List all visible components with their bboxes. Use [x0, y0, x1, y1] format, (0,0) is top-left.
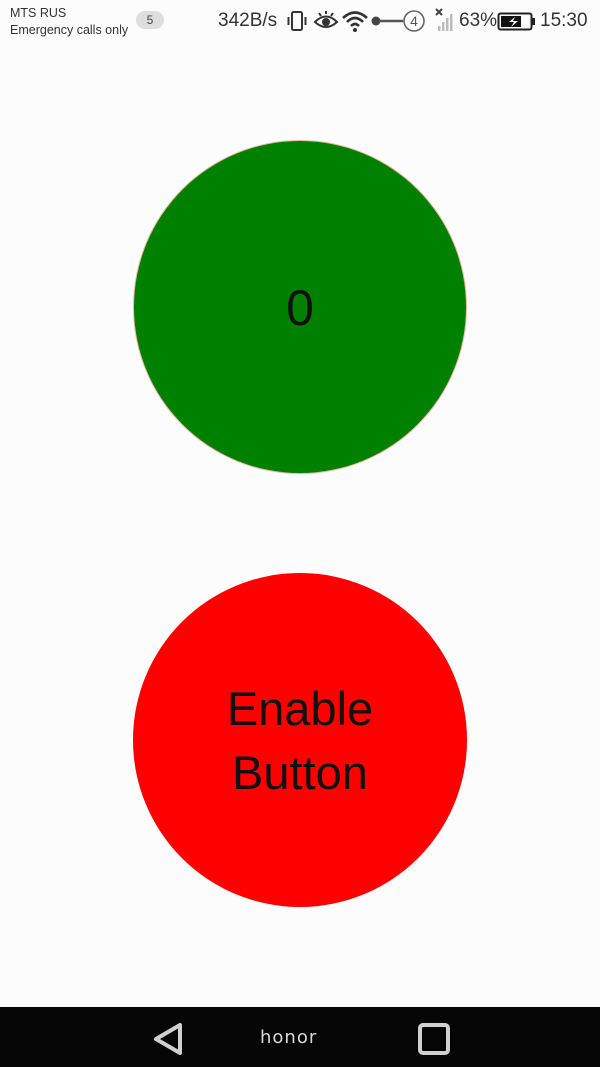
recents-icon[interactable] [414, 1019, 458, 1063]
network-speed: 342B/s [218, 10, 278, 31]
status-bar: MTS RUS Emergency calls only 5 342B/s 4 [0, 0, 600, 44]
wifi-icon [342, 11, 368, 32]
enable-button[interactable]: Enable Button [133, 573, 467, 907]
sim-icon: 4 [402, 8, 426, 34]
eye-icon [313, 11, 339, 28]
clock: 15:30 [540, 10, 588, 31]
battery-icon [497, 12, 535, 31]
vibrate-icon [287, 11, 307, 31]
counter-value: 0 [286, 280, 314, 336]
enable-button-label: Enable Button [226, 682, 374, 799]
back-icon[interactable] [148, 1017, 192, 1061]
navigation-bar: honor [0, 1007, 600, 1067]
battery-percentage: 63% [459, 10, 498, 31]
counter-display: 0 [134, 141, 466, 473]
notification-badge: 5 [136, 11, 164, 29]
sim-slot-label: 4 [410, 13, 418, 29]
carrier-status: Emergency calls only [10, 23, 129, 37]
signal-icon [435, 8, 453, 31]
carrier-name: MTS RUS [10, 6, 67, 20]
brand-logo: honor [260, 1027, 318, 1048]
key-icon [371, 16, 403, 26]
